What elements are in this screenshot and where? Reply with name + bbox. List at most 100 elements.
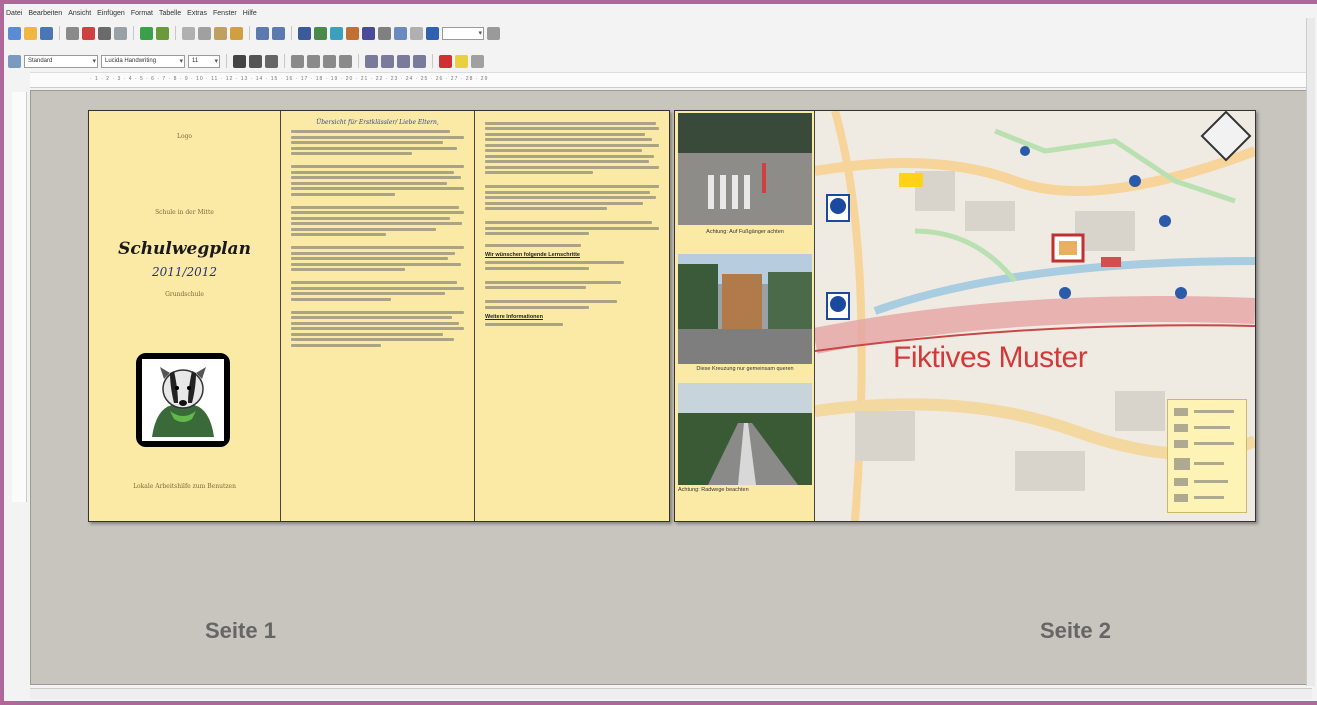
help-icon[interactable] [426,26,439,40]
badger-logo [136,353,230,447]
paragraph-style-select[interactable]: Standard [24,54,98,68]
cover-school-name: Schule in der Mitte [155,209,214,216]
body-text-block [291,130,464,347]
watermark-text: Fiktives Muster [893,341,1088,374]
hyperlink-icon[interactable] [298,26,311,40]
menu-fenster[interactable]: Fenster [213,10,237,22]
toolbar-separator [226,54,227,68]
cover-year: 2011/2012 [151,265,218,279]
export-pdf-icon[interactable] [82,26,95,40]
redo-icon[interactable] [272,26,285,40]
toolbar-separator [175,26,176,40]
align-right-icon[interactable] [323,54,336,68]
decrease-indent-icon[interactable] [397,54,410,68]
cover-footer: Lokale Arbeitshilfe zum Benutzen [133,483,236,490]
badger-icon [142,359,224,441]
crosswalk-photo [678,113,812,225]
menu-datei[interactable]: Datei [6,10,22,22]
table-icon[interactable] [314,26,327,40]
horizontal-scrollbar[interactable] [30,688,1312,699]
toolbar-separator [358,54,359,68]
bike-lane-photo [678,383,812,485]
find-replace-icon[interactable] [378,26,391,40]
align-left-icon[interactable] [291,54,304,68]
menu-ansicht[interactable]: Ansicht [68,10,91,22]
leaflet-text-column-3: Wir wünschen folgende Lernschritte Weite… [475,111,669,521]
paste-icon[interactable] [214,26,227,40]
horizontal-ruler[interactable]: · 1 · 2 · 3 · 4 · 5 · 6 · 7 · 8 · 9 · 10… [30,72,1312,88]
italic-icon[interactable] [249,54,262,68]
toolbar-separator [59,26,60,40]
cover-top-text: Logo [176,133,193,140]
menu-bar: Datei Bearbeiten Ansicht Einfügen Format… [6,10,257,22]
photo-caption-1: Achtung: Auf Fußgänger achten [706,229,784,235]
toolbar-separator [133,26,134,40]
menu-tabelle[interactable]: Tabelle [159,10,181,22]
list-block [485,261,659,309]
open-folder-icon[interactable] [24,26,37,40]
leaflet-page-1[interactable]: Logo Schule in der Mitte Schulwegplan 20… [88,110,670,522]
font-size-select[interactable]: 11 [188,54,220,68]
new-document-icon[interactable] [8,26,21,40]
section-heading-more-info: Weitere Informationen [485,313,543,320]
print-icon[interactable] [98,26,111,40]
section-heading-learning-steps: Wir wünschen folgende Lernschritte [485,252,580,258]
info-line [485,322,564,326]
vertical-scrollbar[interactable] [1306,18,1315,686]
vertical-ruler[interactable] [12,92,27,502]
street-photo [678,254,812,364]
cover-title: Schulwegplan [118,239,251,259]
chart-icon[interactable] [346,26,359,40]
image-icon[interactable] [330,26,343,40]
standard-toolbar [8,24,500,42]
styles-formatting-icon[interactable] [8,54,21,68]
copy-icon[interactable] [198,26,211,40]
draw-functions-icon[interactable] [362,26,375,40]
leaflet-page-2[interactable]: Achtung: Auf Fußgänger achten Diese Kreu… [674,110,1256,522]
legend-symbols [1174,408,1234,502]
align-center-icon[interactable] [307,54,320,68]
leaflet-cover-column: Logo Schule in der Mitte Schulwegplan 20… [89,111,281,521]
justify-icon[interactable] [339,54,352,68]
highlighting-icon[interactable] [455,54,468,68]
formatting-toolbar: Standard Lucida Handwriting 11 [8,52,484,70]
increase-indent-icon[interactable] [413,54,426,68]
background-color-icon[interactable] [471,54,484,68]
page-preview-icon[interactable] [114,26,127,40]
photo-caption-3: Achtung: Radwege beachten [678,487,749,493]
photo-caption-2: Diese Kreuzung nur gemeinsam queren [696,366,794,372]
toolbar-options-icon[interactable] [487,26,500,40]
edit-file-icon[interactable] [66,26,79,40]
navigator-icon[interactable] [394,26,407,40]
toolbar-separator [284,54,285,68]
save-icon[interactable] [40,26,53,40]
cut-icon[interactable] [182,26,195,40]
format-paintbrush-icon[interactable] [230,26,243,40]
menu-einfuegen[interactable]: Einfügen [97,10,125,22]
zoom-select[interactable] [442,26,484,40]
page-2-label: Seite 2 [1040,618,1111,643]
autospellcheck-icon[interactable] [156,26,169,40]
nonprinting-chars-icon[interactable] [410,26,423,40]
cover-subtitle: Grundschule [165,291,204,298]
font-name-select[interactable]: Lucida Handwriting [101,54,185,68]
toolbar-separator [249,26,250,40]
toolbar-separator [432,54,433,68]
body-text-block [485,121,659,247]
menu-extras[interactable]: Extras [187,10,207,22]
leaflet-text-column-2: Übersicht für Erstklässler/ Liebe Eltern… [281,111,475,521]
underline-icon[interactable] [265,54,278,68]
font-color-icon[interactable] [439,54,452,68]
page-1-label: Seite 1 [205,618,276,643]
numbering-icon[interactable] [365,54,378,68]
menu-format[interactable]: Format [131,10,153,22]
photo-column: Achtung: Auf Fußgänger achten Diese Kreu… [675,111,815,521]
menu-hilfe[interactable]: Hilfe [243,10,257,22]
menu-bearbeiten[interactable]: Bearbeiten [28,10,62,22]
bullets-icon[interactable] [381,54,394,68]
undo-icon[interactable] [256,26,269,40]
toolbar-separator [291,26,292,40]
school-route-map[interactable]: Fiktives Muster [815,111,1255,521]
spellcheck-icon[interactable] [140,26,153,40]
bold-icon[interactable] [233,54,246,68]
